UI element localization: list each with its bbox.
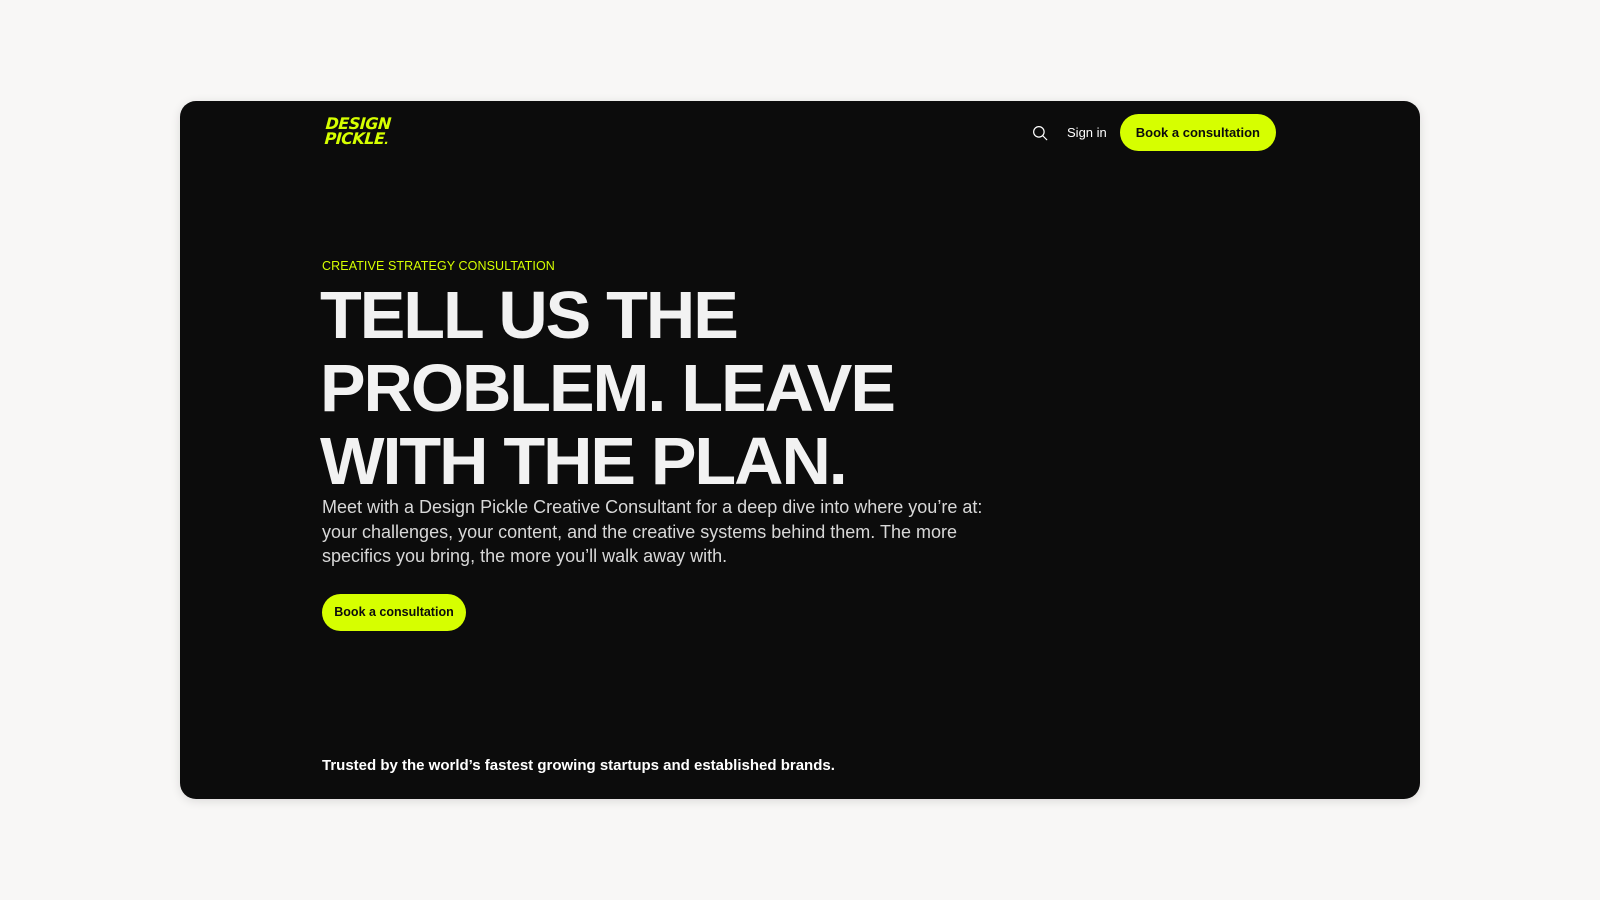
- trusted-by-heading: Trusted by the world’s fastest growing s…: [322, 757, 835, 774]
- website-viewport: DESIGN PICKLE. Sign in Book a consultati…: [180, 101, 1420, 799]
- sign-in-link[interactable]: Sign in: [1067, 125, 1107, 140]
- hero-eyebrow: CREATIVE STRATEGY CONSULTATION: [322, 259, 555, 273]
- book-consultation-header-button[interactable]: Book a consultation: [1119, 114, 1276, 151]
- headline-line-2: PROBLEM. LEAVE: [320, 351, 896, 426]
- search-icon[interactable]: [1031, 124, 1049, 142]
- hero-headline: TELL US THE PROBLEM. LEAVE WITH THE PLAN…: [320, 279, 1034, 498]
- headline-line-3: WITH THE PLAN.: [320, 424, 848, 499]
- headline-line-1: TELL US THE: [320, 278, 739, 353]
- header-nav: Sign in Book a consultation: [1031, 114, 1276, 151]
- logo-line-pickle: PICKLE.: [323, 129, 390, 148]
- design-pickle-logo[interactable]: DESIGN PICKLE.: [323, 114, 396, 150]
- hero-description: Meet with a Design Pickle Creative Consu…: [322, 497, 983, 566]
- book-consultation-hero-button[interactable]: Book a consultation: [322, 594, 466, 631]
